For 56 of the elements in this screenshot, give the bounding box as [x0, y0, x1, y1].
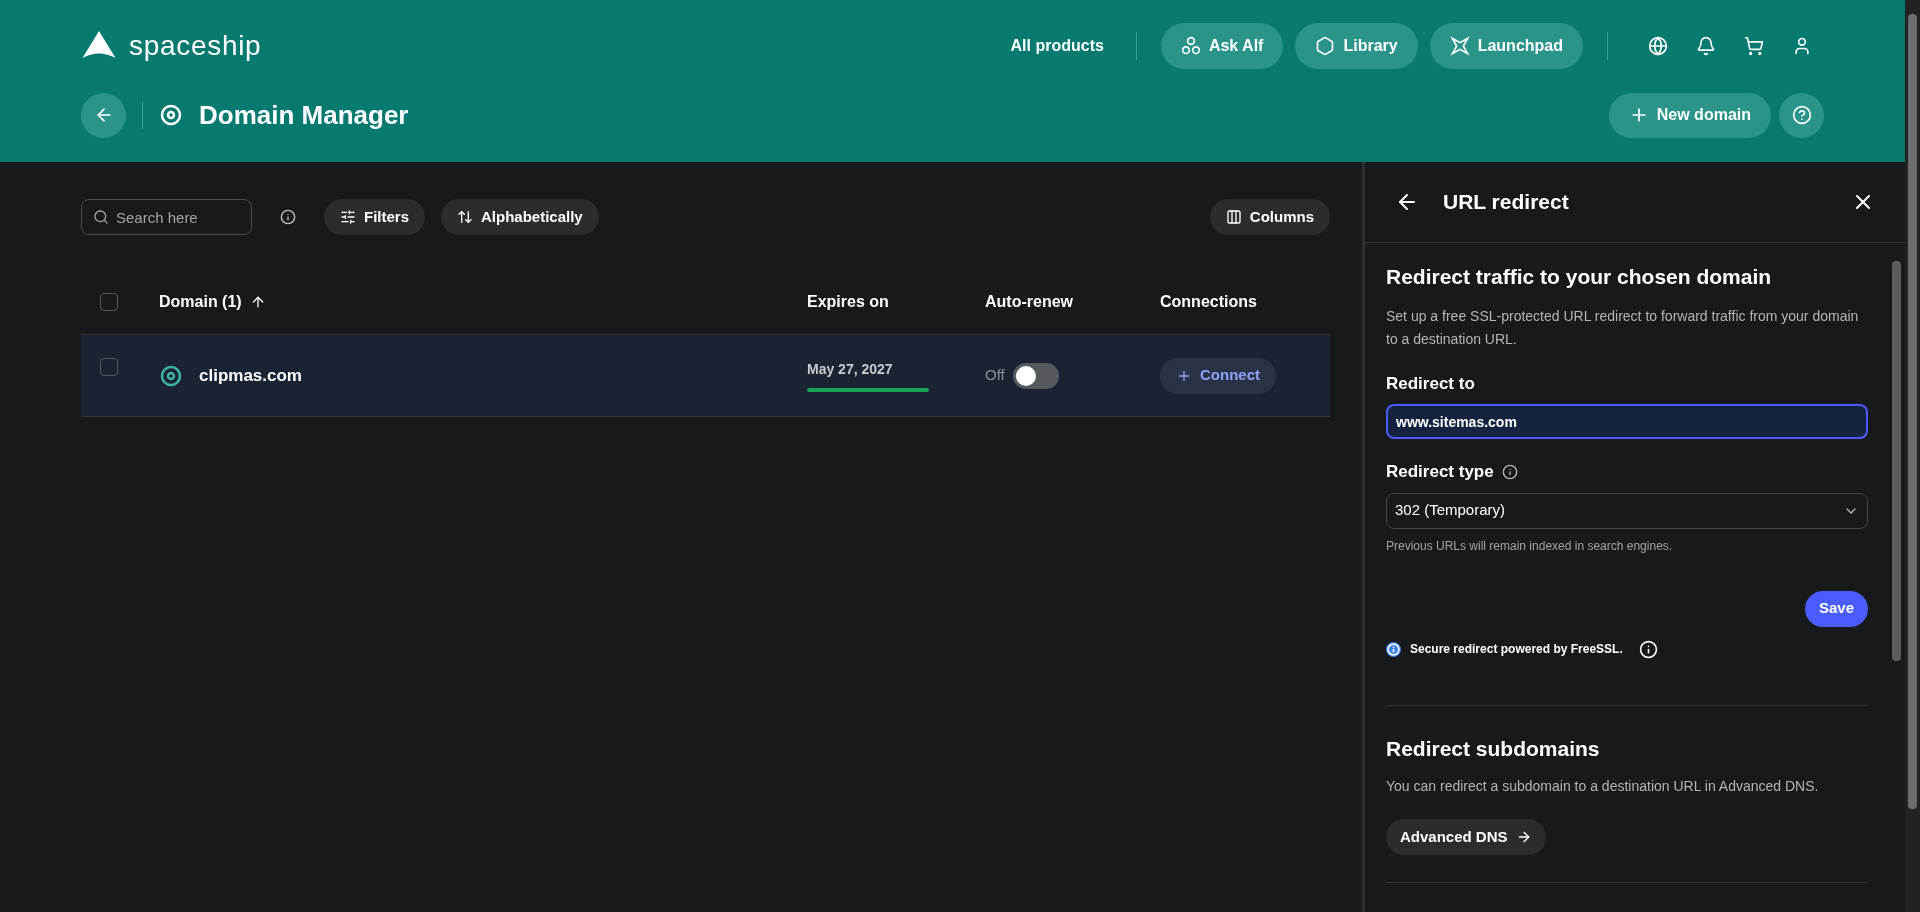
search-icon [93, 209, 109, 225]
columns-button[interactable]: Columns [1209, 199, 1330, 235]
nav-button[interactable]: Launchpad [1429, 23, 1583, 69]
cart-icon[interactable] [1744, 36, 1764, 56]
sparkle-icon [1449, 36, 1470, 56]
sort-button[interactable]: Alphabetically [441, 199, 599, 235]
nodes-icon [1180, 36, 1201, 56]
user-icon[interactable] [1792, 36, 1812, 56]
nav-link[interactable]: All products [1002, 34, 1112, 58]
back-button[interactable] [81, 92, 126, 138]
scrollbar[interactable] [1905, 0, 1920, 912]
search-field[interactable]: Search here [81, 199, 252, 235]
auto-renew-toggle[interactable] [1012, 362, 1059, 389]
column-header: Connections [1160, 292, 1258, 312]
redirect-to-field[interactable]: www.sitemas.com [1386, 404, 1868, 439]
secure-notice: Secure redirect powered by FreeSSL. [1410, 641, 1623, 658]
section-description: Set up a free SSL-protected URL redirect to forward traffic from your domain to a destination URL. [1386, 306, 1860, 349]
columns-icon [1225, 209, 1242, 225]
expiry-date: May 27, 2027 [807, 360, 894, 379]
row-checkbox[interactable] [100, 358, 118, 376]
page-title: Domain Manager [199, 98, 409, 132]
info-icon[interactable] [1501, 463, 1518, 480]
hexagon-icon [1315, 36, 1336, 56]
info-icon[interactable] [280, 209, 296, 225]
nav-button[interactable]: Ask Alf [1160, 23, 1284, 69]
advanced-dns-button[interactable]: Advanced DNS [1386, 819, 1546, 855]
column-header: Auto-renew [985, 292, 1074, 312]
domain-name[interactable]: clipmas.com [199, 362, 302, 389]
field-hint: Previous URLs will remain indexed in search engines. [1386, 537, 1674, 555]
logo-text: spaceship [129, 29, 262, 63]
save-button[interactable]: Save [1804, 590, 1868, 627]
table-row[interactable]: clipmas.com May 27, 2027 Off Connect [81, 335, 1330, 417]
section-heading: Redirect traffic to your chosen domain [1386, 264, 1773, 290]
new-domain-button[interactable]: New domain [1608, 92, 1771, 138]
target-icon [159, 103, 183, 127]
toggle-label: Off [985, 365, 1005, 386]
field-label: Redirect type [1386, 461, 1494, 483]
bell-icon[interactable] [1696, 36, 1716, 56]
help-icon [1791, 105, 1812, 125]
help-button[interactable] [1779, 92, 1824, 138]
target-icon [159, 363, 183, 388]
nav-button[interactable]: Library [1295, 23, 1418, 69]
panel-title: URL redirect [1443, 189, 1569, 216]
field-label: Redirect to [1386, 372, 1476, 395]
sort-icon [457, 209, 473, 225]
header-checkbox[interactable] [100, 293, 118, 311]
filters-button[interactable]: Filters [324, 199, 425, 235]
connect-button[interactable]: Connect [1160, 357, 1276, 394]
column-header: Expires on [807, 292, 890, 312]
section-description: You can redirect a subdomain to a destination URL in Advanced DNS. [1386, 777, 1820, 796]
section-heading: Redirect subdomains [1386, 735, 1601, 762]
column-header[interactable]: Domain (1) [159, 290, 242, 314]
redirect-type-select[interactable]: 302 (Temporary) [1386, 492, 1868, 529]
globe-icon[interactable] [1648, 36, 1668, 56]
sliders-icon [340, 209, 356, 225]
info-icon [1386, 641, 1401, 657]
